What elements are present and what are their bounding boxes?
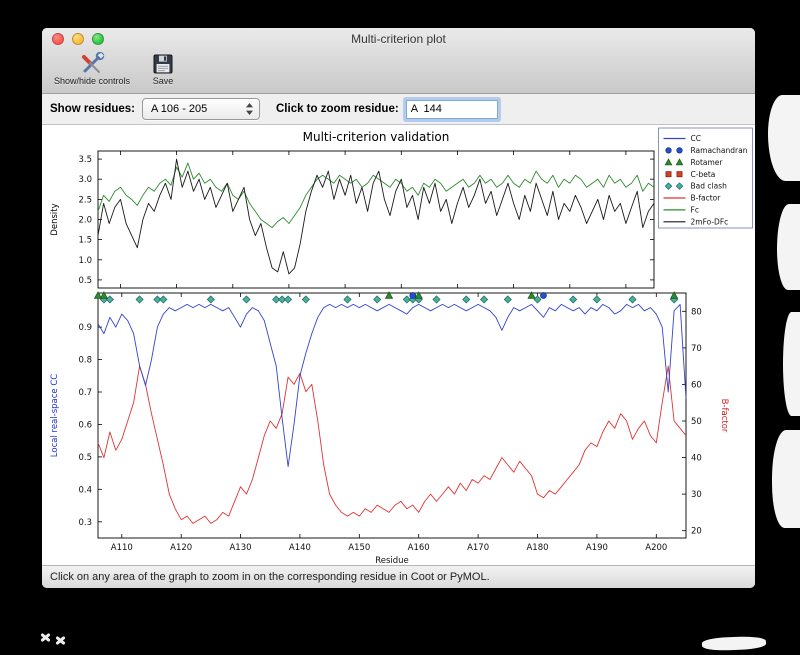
close-button[interactable] xyxy=(52,33,64,45)
save-icon xyxy=(152,52,174,76)
svg-text:20: 20 xyxy=(691,527,702,537)
svg-text:B-factor: B-factor xyxy=(691,194,722,203)
svg-text:Residue: Residue xyxy=(375,556,409,565)
traffic-lights xyxy=(52,33,104,45)
scan-artifact xyxy=(783,312,800,416)
status-bar: Click on any area of the graph to zoom i… xyxy=(42,565,755,588)
scan-artifact xyxy=(40,632,51,643)
svg-text:A200: A200 xyxy=(645,543,667,553)
svg-text:50: 50 xyxy=(691,417,702,427)
svg-text:2.5: 2.5 xyxy=(78,195,92,205)
svg-text:0.6: 0.6 xyxy=(78,420,92,430)
svg-text:60: 60 xyxy=(691,380,702,390)
save-label: Save xyxy=(152,76,174,86)
svg-text:C-beta: C-beta xyxy=(691,170,716,179)
save-button[interactable]: Save xyxy=(148,50,178,88)
svg-text:B-factor: B-factor xyxy=(719,399,729,433)
svg-text:Ramachandran: Ramachandran xyxy=(691,146,748,155)
scan-artifact xyxy=(55,635,66,646)
svg-text:A170: A170 xyxy=(467,543,489,553)
show-hide-controls-label: Show/hide controls xyxy=(54,76,131,86)
svg-text:3.5: 3.5 xyxy=(78,155,92,165)
svg-text:0.5: 0.5 xyxy=(78,453,92,463)
window-titlebar[interactable]: Multi-criterion plot xyxy=(42,28,755,50)
svg-text:0.4: 0.4 xyxy=(78,485,92,495)
svg-text:Bad clash: Bad clash xyxy=(691,182,728,191)
svg-text:Density: Density xyxy=(50,203,60,235)
crossed-tools-icon xyxy=(79,52,105,76)
controls-bar: Show residues: A 106 - 205 Click to zoom… xyxy=(42,94,755,125)
zoom-residue-input[interactable] xyxy=(405,99,498,119)
scan-artifact xyxy=(772,430,800,528)
svg-text:A110: A110 xyxy=(111,543,133,553)
svg-text:A130: A130 xyxy=(229,543,251,553)
window-chrome: Multi-criterion plot Show/hide controls xyxy=(42,28,755,94)
svg-text:70: 70 xyxy=(691,344,702,354)
svg-text:1.5: 1.5 xyxy=(78,236,92,246)
svg-text:Rotamer: Rotamer xyxy=(691,158,724,167)
svg-text:A150: A150 xyxy=(348,543,370,553)
svg-text:Local real-space CC: Local real-space CC xyxy=(50,374,60,457)
svg-text:3.0: 3.0 xyxy=(78,175,92,185)
svg-text:0.8: 0.8 xyxy=(78,356,92,366)
minimize-button[interactable] xyxy=(72,33,84,45)
svg-text:0.7: 0.7 xyxy=(78,388,92,398)
scan-artifact xyxy=(768,95,800,181)
multi-criterion-chart[interactable]: Multi-criterion validation 0.5 1.0 1.5 2.0 2.… xyxy=(42,125,754,566)
svg-text:A160: A160 xyxy=(408,543,430,553)
toolbar: Show/hide controls Save xyxy=(42,50,755,93)
svg-text:CC: CC xyxy=(691,134,701,143)
svg-text:Multi-criterion validation: Multi-criterion validation xyxy=(303,130,450,144)
svg-text:Fc: Fc xyxy=(691,206,699,215)
residue-range-select[interactable]: A 106 - 205 xyxy=(142,98,260,120)
svg-text:A140: A140 xyxy=(289,543,311,553)
svg-text:0.5: 0.5 xyxy=(78,276,92,286)
scan-artifact xyxy=(777,204,800,290)
app-window: Multi-criterion plot Show/hide controls xyxy=(42,28,755,588)
window-title: Multi-criterion plot xyxy=(351,32,446,46)
svg-text:A180: A180 xyxy=(526,543,548,553)
zoom-residue-label: Click to zoom residue: xyxy=(276,103,399,115)
popup-stepper-icon xyxy=(241,102,257,116)
scan-artifact xyxy=(701,635,767,652)
svg-text:1.0: 1.0 xyxy=(78,256,92,266)
status-text: Click on any area of the graph to zoom i… xyxy=(50,571,490,583)
residue-range-value: A 106 - 205 xyxy=(151,103,208,115)
svg-text:40: 40 xyxy=(691,454,702,464)
show-hide-controls-button[interactable]: Show/hide controls xyxy=(50,50,134,88)
svg-text:80: 80 xyxy=(691,307,702,317)
plot-figure[interactable]: Multi-criterion validation 0.5 1.0 1.5 2.0 2.… xyxy=(42,125,755,566)
maximize-button[interactable] xyxy=(92,33,104,45)
svg-text:0.9: 0.9 xyxy=(78,323,92,333)
svg-text:A120: A120 xyxy=(170,543,192,553)
svg-text:30: 30 xyxy=(691,490,702,500)
svg-text:A190: A190 xyxy=(586,543,608,553)
show-residues-label: Show residues: xyxy=(50,103,135,115)
svg-text:0.3: 0.3 xyxy=(78,518,92,528)
svg-text:2mFo-DFc: 2mFo-DFc xyxy=(691,217,729,226)
svg-text:2.0: 2.0 xyxy=(78,216,92,226)
